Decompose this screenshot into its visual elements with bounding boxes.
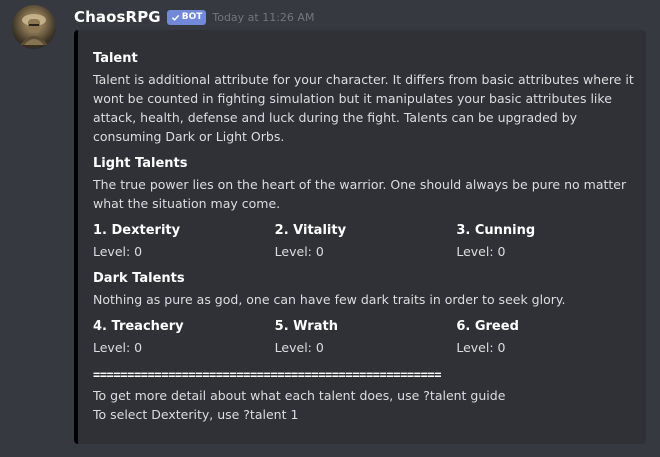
- bot-tag-label: BOT: [181, 11, 203, 22]
- username[interactable]: ChaosRPG: [74, 8, 161, 26]
- field-title: Dark Talents: [93, 271, 185, 286]
- embed-field-dark-talents: Dark Talents Nothing as pure as god, one…: [93, 270, 638, 309]
- embed-footer-field: ========================================…: [93, 366, 638, 424]
- talent-treachery: 4. Treachery Level: 0: [93, 318, 275, 357]
- talent-name: 2. Vitality: [274, 223, 347, 238]
- talent-level: Level: 0: [456, 340, 506, 355]
- field-text: Nothing as pure as god, one can have few…: [93, 292, 566, 307]
- talent-level: Level: 0: [456, 244, 506, 259]
- talent-name: 3. Cunning: [456, 223, 536, 238]
- embed-field-light-talents: Light Talents The true power lies on the…: [93, 155, 638, 213]
- talent-level: Level: 0: [274, 244, 324, 259]
- talent-level: Level: 0: [93, 244, 143, 259]
- knight-avatar-icon: [20, 14, 48, 45]
- talent-level: Level: 0: [274, 340, 324, 355]
- embed-field-talent: Talent Talent is additional attribute fo…: [93, 50, 638, 146]
- embed: Talent Talent is additional attribute fo…: [74, 30, 646, 444]
- talent-level: Level: 0: [93, 340, 143, 355]
- field-text: Talent is additional attribute for your …: [93, 72, 638, 144]
- dark-talents-row: 4. Treachery Level: 0 5. Wrath Level: 0 …: [93, 318, 638, 357]
- field-title: Talent: [93, 51, 138, 66]
- message-header: ChaosRPG BOT Today at 11:26 AM: [74, 6, 314, 28]
- verified-check-icon: [171, 14, 179, 21]
- talent-name: 5. Wrath: [274, 319, 338, 334]
- field-title: Light Talents: [93, 156, 188, 171]
- talent-name: 4. Treachery: [93, 319, 184, 334]
- footer-line-guide: To get more detail about what each talen…: [93, 388, 506, 403]
- field-text: The true power lies on the heart of the …: [93, 177, 631, 211]
- talent-greed: 6. Greed Level: 0: [456, 318, 638, 357]
- talent-name: 6. Greed: [456, 319, 519, 334]
- talent-cunning: 3. Cunning Level: 0: [456, 222, 638, 261]
- bot-tag: BOT: [166, 9, 207, 25]
- message-timestamp[interactable]: Today at 11:26 AM: [212, 11, 314, 24]
- embed-content: Talent Talent is additional attribute fo…: [93, 50, 638, 433]
- talent-wrath: 5. Wrath Level: 0: [275, 318, 457, 357]
- talent-name: 1. Dexterity: [93, 223, 181, 238]
- footer-line-select: To select Dexterity, use ?talent 1: [93, 407, 299, 422]
- talent-dexterity: 1. Dexterity Level: 0: [93, 222, 275, 261]
- light-talents-row: 1. Dexterity Level: 0 2. Vitality Level:…: [93, 222, 638, 261]
- talent-vitality: 2. Vitality Level: 0: [275, 222, 457, 261]
- separator-line: ========================================…: [93, 368, 442, 382]
- bot-avatar[interactable]: [12, 5, 56, 49]
